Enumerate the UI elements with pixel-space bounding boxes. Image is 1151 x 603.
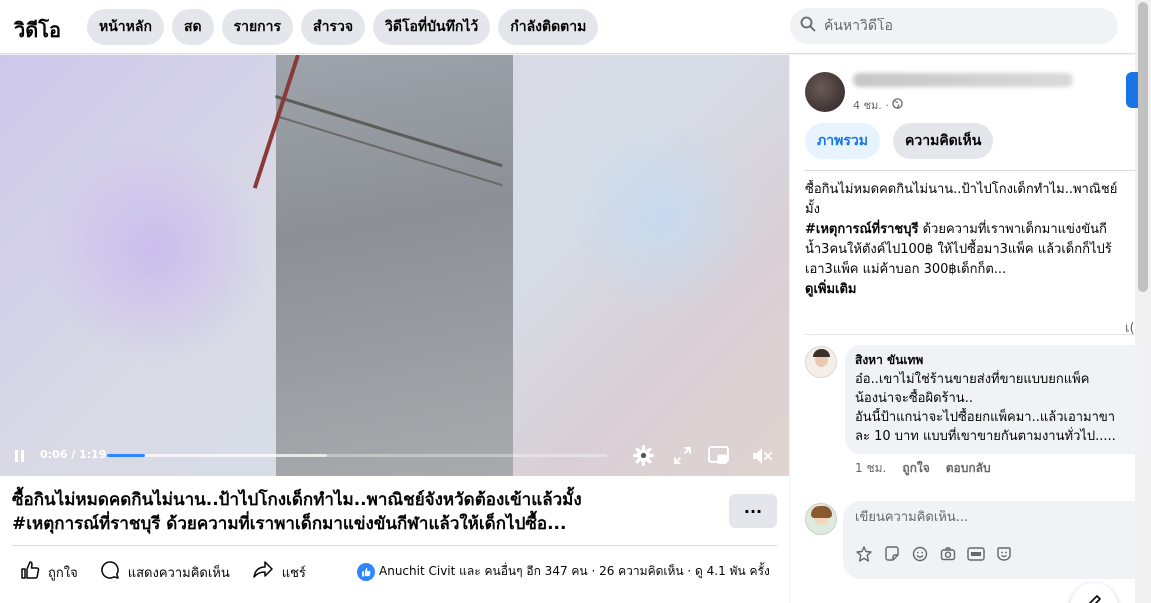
follow-button[interactable] [1126, 72, 1138, 108]
comment-meta: 1 ชม. ถูกใจ ตอบกลับ [855, 459, 991, 478]
emoji-icon[interactable] [911, 545, 929, 563]
compose-icon [1085, 593, 1103, 603]
video-time: 0:06 / 1:19 [40, 448, 107, 461]
thumbs-up-icon [20, 560, 40, 584]
comment-button[interactable]: แสดงความคิดเห็น [100, 560, 230, 584]
video-player[interactable]: 0:06 / 1:19 [0, 55, 789, 476]
blurred-background [560, 115, 760, 315]
tab-overview[interactable]: ภาพรวม [805, 123, 880, 159]
search-icon [800, 16, 816, 36]
like-label: ถูกใจ [48, 565, 78, 581]
post-actions: ถูกใจ แสดงความคิดเห็น แชร์ [20, 560, 328, 584]
composer-tools [855, 545, 1013, 563]
pause-icon[interactable] [13, 448, 27, 467]
comment-bubble-icon [100, 560, 120, 584]
comment-line: อ๋อ..เขาไม่ใช่ร้านขายส่งที่ขายแบบยกแพ็ค [855, 372, 1090, 387]
tab-explore[interactable]: สำรวจ [301, 9, 366, 45]
share-arrow-icon [252, 560, 274, 584]
sticker-face-icon[interactable] [995, 545, 1013, 563]
blurred-background [40, 135, 270, 365]
comment-line: น้องน่าจะซื้อผิดร้าน.. [855, 391, 973, 406]
divider [805, 170, 1135, 171]
tab-saved-videos[interactable]: วิดีโอที่บันทึกไว้ [373, 9, 491, 45]
author-avatar[interactable] [805, 72, 845, 112]
search-box[interactable] [790, 8, 1118, 44]
avatar-hair [811, 506, 832, 518]
comment-time[interactable]: 1 ชม. [855, 459, 886, 478]
comment-composer [843, 501, 1135, 579]
miniplayer-icon[interactable] [708, 446, 729, 469]
description-text: ด้วยความที่เราพาเด็กมาแข่งขันกี [918, 222, 1107, 237]
share-label: แชร์ [281, 565, 306, 581]
globe-icon [891, 98, 903, 112]
tab-home[interactable]: หน้าหลัก [87, 9, 164, 45]
comment-bubble: สิงหา ขันเทพ อ๋อ..เขาไม่ใช่ร้านขายส่งที่… [845, 345, 1145, 454]
post-time[interactable]: 4 ชม. · [853, 96, 889, 114]
tab-shows[interactable]: รายการ [221, 9, 294, 45]
avatar-hair [813, 349, 830, 357]
sticker-icon[interactable] [883, 545, 901, 563]
camera-icon[interactable] [939, 545, 957, 563]
commenter-avatar[interactable] [805, 346, 837, 378]
video-frame [252, 55, 513, 476]
tab-live[interactable]: สด [171, 9, 214, 45]
description-line: น้ำ3คนให้ตังค์ไป100฿ ให้ไปซื้อมา3แพ็ค แล… [805, 242, 1112, 257]
player-controls: 0:06 / 1:19 [0, 440, 789, 476]
divider [805, 334, 1135, 335]
comment-input[interactable] [855, 510, 1125, 525]
comment-line: อันนี้ป้าแกน่าจะไปซื้อยกแพ็คมา..แล้วเอาม… [855, 410, 1116, 425]
avatar-sticker-icon[interactable] [855, 545, 873, 563]
scrollbar-thumb[interactable] [1138, 2, 1148, 292]
comment-reply-button[interactable]: ตอบกลับ [946, 459, 991, 478]
seek-bar[interactable] [107, 454, 607, 457]
comment-line: ละ 10 บาท แบบที่เขาขายกันตามงานทั่วไป...… [855, 429, 1116, 444]
volume-muted-icon[interactable] [751, 446, 773, 470]
nav-tabs: หน้าหลัก สด รายการ สำรวจ วิดีโอที่บันทึก… [87, 9, 599, 45]
description-line: #เหตุการณ์ที่ราชบุรี ด้วยความที่เราพาเด็… [805, 220, 1135, 240]
comment-like-button[interactable]: ถูกใจ [902, 459, 929, 478]
more-options-button[interactable]: ··· [729, 494, 777, 528]
fullscreen-icon[interactable] [674, 447, 691, 468]
top-bar: วิดีโอ หน้าหลัก สด รายการ สำรวจ วิดีโอที… [0, 0, 1135, 54]
commenter-name[interactable]: สิงหา ขันเทพ [855, 351, 1135, 370]
gif-icon[interactable] [967, 545, 985, 563]
post-stats[interactable]: Anuchit Civit และ คนอื่นๆ อีก 347 คน · 2… [357, 562, 770, 581]
description-line: ซื้อกินไม่หมดคดกินไม่นาน..ป้าไปโกงเด็กทำ… [805, 182, 1118, 197]
post-title: ซื้อกินไม่หมดคดกินไม่นาน..ป้าไปโกงเด็กทำ… [12, 488, 717, 536]
video-rail [275, 95, 503, 168]
stats-text: Anuchit Civit และ คนอื่นๆ อีก 347 คน · 2… [379, 564, 770, 578]
hashtag-link[interactable]: #เหตุการณ์ที่ราชบุรี [805, 222, 918, 237]
post-title-line[interactable]: #เหตุการณ์ที่ราชบุรี ด้วยความที่เราพาเด็… [12, 512, 717, 536]
gear-icon[interactable] [633, 445, 654, 470]
search-input[interactable] [824, 18, 1104, 34]
like-reaction-icon [357, 562, 375, 581]
post-info: ซื้อกินไม่หมดคดกินไม่นาน..ป้าไปโกงเด็กทำ… [0, 476, 789, 603]
tab-comments[interactable]: ความคิดเห็น [893, 123, 994, 159]
description-line: มั้ง [805, 202, 820, 217]
share-button[interactable]: แชร์ [252, 560, 306, 584]
post-description: ซื้อกินไม่หมดคดกินไม่นาน..ป้าไปโกงเด็กทำ… [805, 180, 1135, 300]
current-user-avatar[interactable] [805, 503, 837, 535]
description-line: เอา3แพ็ค แม่ค้าบอก 300฿เด็กก็ต... [805, 262, 1007, 277]
side-panel: 4 ชม. · ภาพรวม ความคิดเห็น ซื้อกินไม่หมด… [790, 55, 1145, 603]
author-name-redacted[interactable] [853, 73, 1073, 87]
like-button[interactable]: ถูกใจ [20, 560, 78, 584]
see-more-link[interactable]: ดูเพิ่มเติม [805, 280, 1135, 300]
comment-label: แสดงความคิดเห็น [127, 565, 230, 581]
video-rail [275, 115, 503, 187]
post-meta: 4 ชม. · [853, 96, 903, 114]
seek-played [107, 454, 145, 457]
divider [12, 545, 777, 546]
page-title: วิดีโอ [14, 18, 61, 42]
post-title-line: ซื้อกินไม่หมดคดกินไม่นาน..ป้าไปโกงเด็กทำ… [12, 490, 582, 510]
tab-following[interactable]: กำลังติดตาม [498, 9, 599, 45]
